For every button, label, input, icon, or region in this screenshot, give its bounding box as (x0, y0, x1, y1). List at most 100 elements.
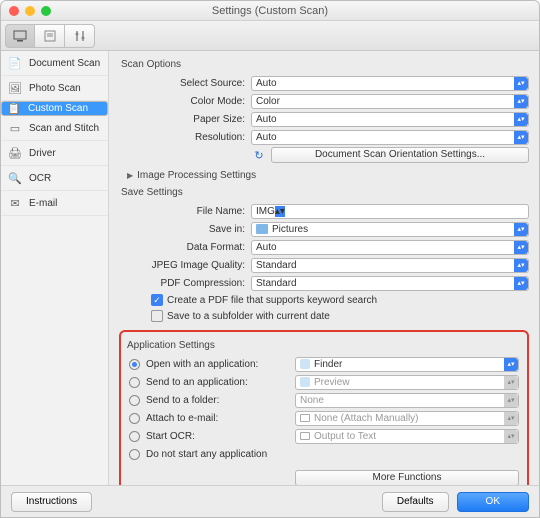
refresh-icon[interactable]: ↻ (251, 149, 267, 162)
send-app-radio[interactable] (129, 377, 140, 388)
no-app-label: Do not start any application (146, 449, 267, 460)
no-app-radio[interactable] (129, 449, 140, 460)
photo-icon: 🖼 (7, 81, 23, 95)
application-settings-highlight: Application Settings Open with an applic… (119, 330, 529, 485)
sidebar-item-label: Document Scan (29, 58, 100, 69)
sidebar-item-photo-scan[interactable]: 🖼 Photo Scan (1, 76, 108, 101)
folder-icon (256, 224, 268, 234)
tab-general-settings[interactable] (65, 24, 95, 48)
chevron-updown-icon: ▴▾ (514, 259, 528, 272)
subfolder-label: Save to a subfolder with current date (167, 311, 330, 322)
sidebar-item-custom-scan[interactable]: 📋 Custom Scan (1, 101, 108, 116)
email-icon: ✉ (7, 196, 23, 210)
sidebar-item-ocr[interactable]: 🔍 OCR (1, 166, 108, 191)
instructions-button[interactable]: Instructions (11, 492, 92, 512)
chevron-updown-icon: ▴▾ (514, 241, 528, 254)
window-title: Settings (Custom Scan) (1, 5, 539, 17)
chevron-updown-icon: ▴▾ (514, 131, 528, 144)
chevron-updown-icon: ▴▾ (514, 113, 528, 126)
start-ocr-radio[interactable] (129, 431, 140, 442)
tab-scan-from-panel[interactable] (35, 24, 65, 48)
save-in-label: Save in: (119, 224, 251, 235)
select-source-label: Select Source: (119, 78, 251, 89)
send-app-dropdown[interactable]: Preview▴▾ (295, 375, 519, 390)
chevron-updown-icon: ▴▾ (504, 376, 518, 389)
preview-icon (300, 377, 310, 387)
chevron-updown-icon: ▴▾ (275, 206, 285, 217)
pdf-keyword-checkbox[interactable]: ✓ (151, 294, 163, 306)
chevron-updown-icon: ▴▾ (504, 430, 518, 443)
open-with-radio[interactable] (129, 359, 140, 370)
ocr-icon: 🔍 (7, 171, 23, 185)
attach-email-radio[interactable] (129, 413, 140, 424)
open-with-dropdown[interactable]: Finder▴▾ (295, 357, 519, 372)
sidebar-item-label: Photo Scan (29, 83, 81, 94)
open-with-label: Open with an application: (146, 359, 258, 370)
file-name-input[interactable]: IMG▴▾ (251, 204, 529, 219)
sidebar-item-driver[interactable]: 🖨 Driver (1, 141, 108, 166)
orientation-settings-button[interactable]: Document Scan Orientation Settings... (271, 147, 529, 163)
attach-email-label: Attach to e-mail: (146, 413, 218, 424)
tab-scan-from-computer[interactable] (5, 24, 35, 48)
scan-options-heading: Scan Options (121, 59, 529, 70)
ok-button[interactable]: OK (457, 492, 529, 512)
sidebar: 📄Document Scan 🖼Photo Scan 📋Custom Scan … (1, 51, 109, 485)
main-panel: Scan Options Select Source:Auto▴▾ Color … (109, 51, 539, 485)
pdf-keyword-label: Create a PDF file that supports keyword … (167, 295, 377, 306)
save-settings-heading: Save Settings (121, 187, 529, 198)
custom-icon: 📋 (6, 102, 22, 116)
select-source-dropdown[interactable]: Auto▴▾ (251, 76, 529, 91)
driver-icon: 🖨 (7, 146, 23, 160)
stitch-icon: ▭ (7, 121, 23, 135)
send-folder-radio[interactable] (129, 395, 140, 406)
toolbar (1, 21, 539, 51)
send-app-label: Send to an application: (146, 377, 248, 388)
send-folder-dropdown[interactable]: None▴▾ (295, 393, 519, 408)
document-icon: 📄 (7, 56, 23, 70)
defaults-button[interactable]: Defaults (382, 492, 449, 512)
paper-size-dropdown[interactable]: Auto▴▾ (251, 112, 529, 127)
send-folder-label: Send to a folder: (146, 395, 219, 406)
chevron-updown-icon: ▴▾ (514, 95, 528, 108)
chevron-updown-icon: ▴▾ (514, 277, 528, 290)
application-settings-heading: Application Settings (127, 340, 519, 351)
text-icon (300, 432, 310, 440)
pdf-compression-dropdown[interactable]: Standard▴▾ (251, 276, 529, 291)
chevron-updown-icon: ▴▾ (514, 223, 528, 236)
chevron-updown-icon: ▴▾ (514, 77, 528, 90)
sidebar-item-label: Scan and Stitch (29, 123, 99, 134)
chevron-updown-icon: ▴▾ (504, 394, 518, 407)
attach-email-dropdown[interactable]: None (Attach Manually)▴▾ (295, 411, 519, 426)
data-format-dropdown[interactable]: Auto▴▾ (251, 240, 529, 255)
jpeg-quality-label: JPEG Image Quality: (119, 260, 251, 271)
mail-icon (300, 414, 310, 422)
save-in-dropdown[interactable]: Pictures▴▾ (251, 222, 529, 237)
pdf-compression-label: PDF Compression: (119, 278, 251, 289)
chevron-updown-icon: ▴▾ (504, 358, 518, 371)
sidebar-item-label: E-mail (29, 198, 57, 209)
sidebar-item-label: Driver (29, 148, 56, 159)
sidebar-item-email[interactable]: ✉ E-mail (1, 191, 108, 216)
sidebar-item-document-scan[interactable]: 📄 Document Scan (1, 51, 108, 76)
footer: Instructions Defaults OK (1, 485, 539, 517)
more-functions-button[interactable]: More Functions (295, 470, 519, 485)
paper-size-label: Paper Size: (119, 114, 251, 125)
start-ocr-dropdown[interactable]: Output to Text▴▾ (295, 429, 519, 444)
data-format-label: Data Format: (119, 242, 251, 253)
image-processing-disclosure[interactable]: ▶Image Processing Settings (127, 170, 529, 181)
color-mode-dropdown[interactable]: Color▴▾ (251, 94, 529, 109)
file-name-label: File Name: (119, 206, 251, 217)
settings-window: Settings (Custom Scan) 📄 Document Scan 🖼 P… (0, 0, 540, 518)
sidebar-item-label: Custom Scan (28, 103, 88, 114)
start-ocr-label: Start OCR: (146, 431, 195, 442)
color-mode-label: Color Mode: (119, 96, 251, 107)
sidebar-item-label: OCR (29, 173, 51, 184)
sidebar-item-scan-and-stitch[interactable]: ▭ Scan and Stitch (1, 116, 108, 141)
finder-icon (300, 359, 310, 369)
triangle-right-icon: ▶ (127, 171, 133, 180)
chevron-updown-icon: ▴▾ (504, 412, 518, 425)
resolution-dropdown[interactable]: Auto▴▾ (251, 130, 529, 145)
subfolder-checkbox[interactable] (151, 310, 163, 322)
jpeg-quality-dropdown[interactable]: Standard▴▾ (251, 258, 529, 273)
resolution-label: Resolution: (119, 132, 251, 143)
